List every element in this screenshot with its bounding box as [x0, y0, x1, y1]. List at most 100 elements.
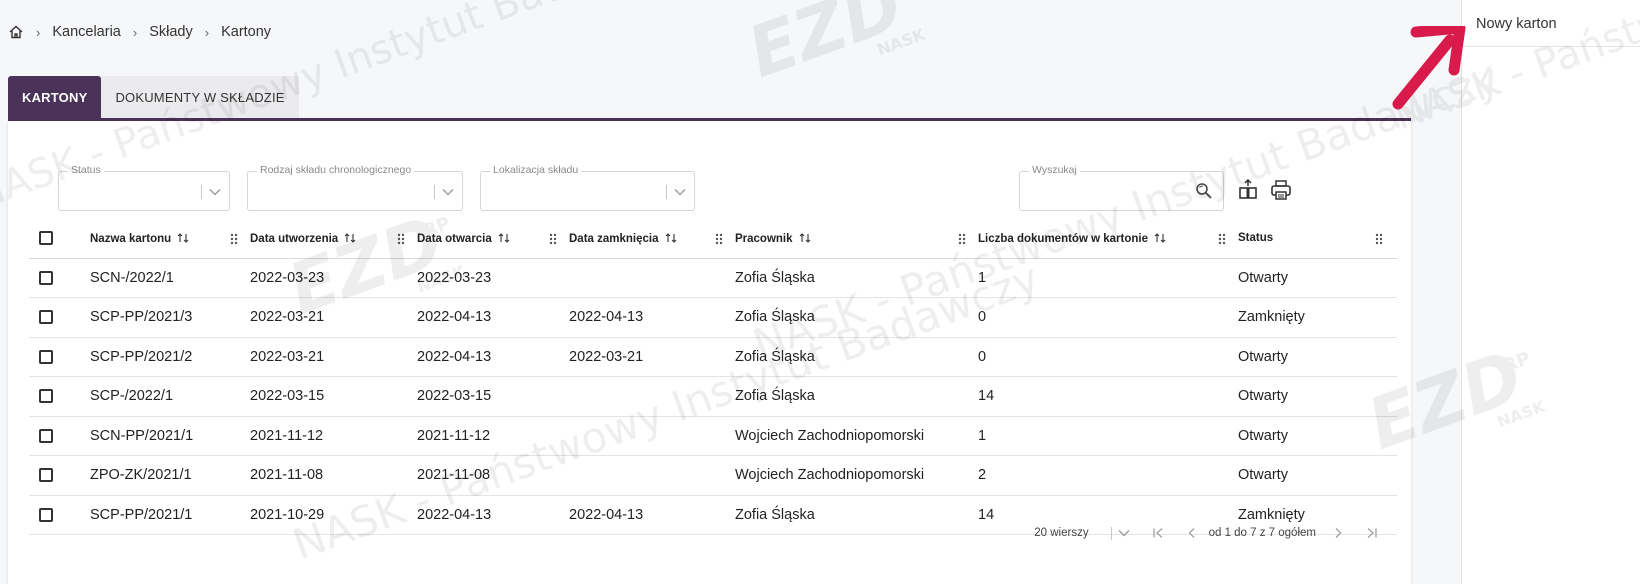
- kartony-table: Nazwa kartonu Data utworzenia Data otwar…: [29, 219, 1397, 535]
- cell-pracownik: Wojciech Zachodniopomorski: [735, 455, 978, 496]
- breadcrumb-separator: ›: [132, 24, 138, 40]
- drag-handle-icon[interactable]: [397, 233, 405, 245]
- cell-nazwa: SCP-PP/2021/3: [90, 297, 250, 338]
- table-row[interactable]: ZPO-ZK/2021/1 2021-11-08 2021-11-08 Wojc…: [29, 455, 1397, 496]
- sort-icon[interactable]: [665, 232, 677, 244]
- header-label: Nazwa kartonu: [90, 232, 172, 245]
- header-label: Pracownik: [735, 232, 793, 245]
- drag-handle-icon[interactable]: [958, 233, 966, 245]
- cell-liczba-dokumentow: 2: [978, 455, 1238, 496]
- header-nazwa-kartonu[interactable]: Nazwa kartonu: [90, 219, 250, 259]
- cell-liczba-dokumentow: 1: [978, 416, 1238, 456]
- cell-liczba-dokumentow: 0: [978, 297, 1238, 338]
- header-data-otwarcia[interactable]: Data otwarcia: [417, 219, 569, 259]
- row-checkbox[interactable]: [39, 310, 53, 325]
- header-data-zamkniecia[interactable]: Data zamknięcia: [569, 219, 735, 259]
- header-liczba-dokumentow[interactable]: Liczba dokumentów w kartonie: [978, 219, 1238, 259]
- cell-data-otwarcia: 2022-03-23: [417, 258, 569, 298]
- prev-page-icon[interactable]: [1186, 527, 1198, 539]
- sort-icon[interactable]: [498, 232, 510, 244]
- cell-data-zamkniecia: [569, 455, 735, 496]
- first-page-icon[interactable]: [1152, 527, 1164, 539]
- cell-pracownik: Zofia Śląska: [735, 337, 978, 377]
- select-caret: [666, 182, 686, 202]
- row-checkbox[interactable]: [39, 389, 53, 404]
- export-icon[interactable]: [1236, 178, 1260, 202]
- header-pracownik[interactable]: Pracownik: [735, 219, 978, 259]
- rodzaj-skladu-select[interactable]: Rodzaj składu chronologicznego: [247, 164, 463, 211]
- cell-data-utworzenia: 2022-03-21: [250, 337, 417, 377]
- cell-status: Otwarty: [1238, 258, 1397, 298]
- home-icon[interactable]: [8, 24, 24, 40]
- sort-icon[interactable]: [344, 232, 356, 244]
- tab-kartony[interactable]: KARTONY: [8, 76, 102, 119]
- header-status[interactable]: Status: [1238, 219, 1397, 259]
- sort-icon[interactable]: [1154, 232, 1166, 244]
- table-row[interactable]: SCN-/2022/1 2022-03-23 2022-03-23 Zofia …: [29, 258, 1397, 298]
- breadcrumb-item-kancelaria[interactable]: Kancelaria: [52, 24, 121, 40]
- row-checkbox[interactable]: [39, 270, 53, 285]
- rows-per-page-caret[interactable]: [1110, 526, 1130, 540]
- last-page-icon[interactable]: [1366, 527, 1378, 539]
- cell-nazwa: SCN-/2022/1: [90, 258, 250, 298]
- cell-nazwa: SCP-PP/2021/1: [90, 495, 250, 535]
- cell-data-utworzenia: 2021-11-08: [250, 455, 417, 496]
- cell-data-utworzenia: 2022-03-23: [250, 258, 417, 298]
- status-select[interactable]: Status: [58, 164, 230, 211]
- chevron-down-icon: [442, 188, 454, 196]
- table-body: SCN-/2022/1 2022-03-23 2022-03-23 Zofia …: [29, 258, 1397, 535]
- drag-handle-icon[interactable]: [1218, 233, 1226, 245]
- sort-icon[interactable]: [177, 232, 189, 244]
- drag-handle-icon[interactable]: [715, 233, 723, 245]
- status-select-label: Status: [68, 164, 104, 176]
- table-row[interactable]: SCP-PP/2021/3 2022-03-21 2022-04-13 2022…: [29, 297, 1397, 338]
- cell-data-otwarcia: 2022-03-15: [417, 376, 569, 417]
- header-data-utworzenia[interactable]: Data utworzenia: [250, 219, 417, 259]
- table-row[interactable]: SCP-PP/2021/2 2022-03-21 2022-04-13 2022…: [29, 337, 1397, 377]
- search-icon[interactable]: [1195, 182, 1213, 200]
- drag-handle-icon[interactable]: [230, 233, 238, 245]
- new-karton-button[interactable]: Nowy karton: [1476, 16, 1557, 32]
- cell-data-otwarcia: 2022-04-13: [417, 337, 569, 377]
- header-label: Status: [1238, 232, 1274, 245]
- select-caret: [201, 182, 221, 202]
- table-row[interactable]: SCN-PP/2021/1 2021-11-12 2021-11-12 Wojc…: [29, 416, 1397, 456]
- cell-data-zamkniecia: 2022-04-13: [569, 495, 735, 535]
- row-checkbox[interactable]: [39, 468, 53, 483]
- row-checkbox-cell: [29, 376, 90, 417]
- pagination: 20 wierszy od 1 do 7 z 7 ogółem: [1034, 523, 1389, 543]
- chevron-down-icon: [209, 188, 221, 196]
- drag-handle-icon[interactable]: [1375, 233, 1383, 245]
- row-checkbox-cell: [29, 297, 90, 338]
- row-checkbox-cell: [29, 258, 90, 298]
- drag-handle-icon[interactable]: [549, 233, 557, 245]
- search-input[interactable]: Wyszukaj: [1019, 164, 1224, 211]
- cell-data-otwarcia: 2022-04-13: [417, 297, 569, 338]
- cell-liczba-dokumentow: 0: [978, 337, 1238, 377]
- cell-pracownik: Zofia Śląska: [735, 495, 978, 535]
- select-all-checkbox[interactable]: [39, 231, 53, 246]
- cell-data-zamkniecia: [569, 416, 735, 456]
- sort-icon[interactable]: [799, 232, 811, 244]
- next-page-icon[interactable]: [1332, 527, 1344, 539]
- row-checkbox[interactable]: [39, 507, 53, 522]
- row-checkbox[interactable]: [39, 349, 53, 364]
- rodzaj-skladu-select-label: Rodzaj składu chronologicznego: [257, 164, 415, 176]
- cell-status: Otwarty: [1238, 337, 1397, 377]
- print-icon[interactable]: [1269, 178, 1293, 202]
- table-header-row: Nazwa kartonu Data utworzenia Data otwar…: [29, 219, 1397, 259]
- cell-status: Zamknięty: [1238, 297, 1397, 338]
- rows-per-page-select[interactable]: 20 wierszy: [1034, 527, 1088, 539]
- cell-data-zamkniecia: [569, 258, 735, 298]
- kartony-panel: Status Rodzaj składu chronologicznego Lo…: [8, 121, 1411, 584]
- breadcrumb-item-sklady[interactable]: Składy: [149, 24, 193, 40]
- cell-data-utworzenia: 2022-03-21: [250, 297, 417, 338]
- table-row[interactable]: SCP-/2022/1 2022-03-15 2022-03-15 Zofia …: [29, 376, 1397, 417]
- lokalizacja-skladu-select[interactable]: Lokalizacja składu: [480, 164, 695, 211]
- tab-bar: KARTONY DOKUMENTY W SKŁADZIE: [8, 76, 299, 119]
- tab-dokumenty-w-skladzie[interactable]: DOKUMENTY W SKŁADZIE: [101, 76, 299, 119]
- row-checkbox[interactable]: [39, 428, 53, 443]
- cell-data-zamkniecia: 2022-03-21: [569, 337, 735, 377]
- cell-nazwa: SCP-PP/2021/2: [90, 337, 250, 377]
- cell-data-otwarcia: 2021-11-12: [417, 416, 569, 456]
